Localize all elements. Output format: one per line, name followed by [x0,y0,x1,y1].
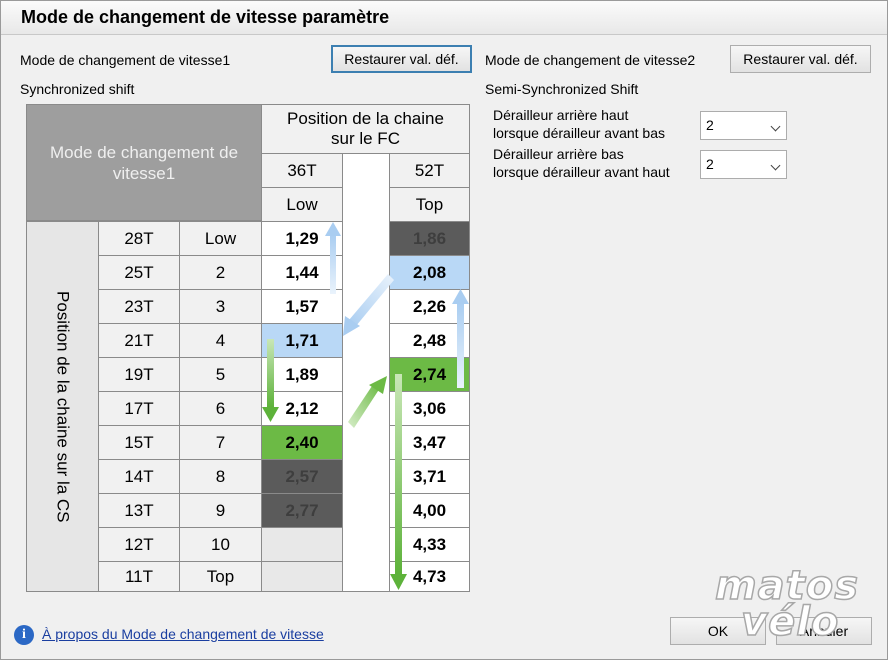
cog-position: 7 [179,425,262,460]
cog-teeth: 25T [98,255,180,290]
cog-position: 10 [179,527,262,562]
ratio-cell-52[interactable]: 3,47 [389,425,470,460]
cog-position: 3 [179,289,262,324]
cog-position: 6 [179,391,262,426]
mode1-restore-button[interactable]: Restaurer val. déf. [331,45,472,73]
ratio-cell-52[interactable]: 4,33 [389,527,470,562]
window-title: Mode de changement de vitesse paramètre [21,7,390,27]
gear-ratio-table: Mode de changement de vitesse1 Position … [26,104,470,592]
fc-header-line2: sur le FC [331,129,400,148]
fc-position-header: Position de la chaine sur le FC [261,104,470,154]
cog-teeth: 28T [98,221,180,256]
cog-position: 8 [179,459,262,494]
ratio-cell-36 [261,527,343,562]
ratio-cell-52[interactable]: 4,00 [389,493,470,528]
ratio-cell-52: 1,86 [389,221,470,256]
cog-position: 4 [179,323,262,358]
cog-teeth: 14T [98,459,180,494]
ratio-cell-36[interactable]: 1,44 [261,255,343,290]
cog-teeth: 23T [98,289,180,324]
cs-position-header: Position de la chaine sur la CS [26,221,99,592]
chevron-down-icon [770,121,781,132]
mode1-label: Mode de changement de vitesse1 [20,52,231,68]
front-teeth-52: 52T [389,153,470,188]
front-pos-52: Top [389,187,470,222]
mode1-value: Synchronized shift [20,81,135,97]
cog-teeth: 15T [98,425,180,460]
mode2-restore-button[interactable]: Restaurer val. déf. [730,45,871,73]
ratio-cell-52[interactable]: 2,08 [389,255,470,290]
front-teeth-36: 36T [261,153,343,188]
ratio-cell-52[interactable]: 4,73 [389,561,470,592]
fc-header-line1: Position de la chaine [287,109,444,128]
ratio-cell-36: 2,77 [261,493,343,528]
mode2-label: Mode de changement de vitesse2 [485,52,696,68]
ratio-cell-36[interactable]: 1,57 [261,289,343,324]
ratio-cell-36[interactable]: 2,12 [261,391,343,426]
cs-header-label: Position de la chaine sur la CS [53,290,73,523]
info-icon: i [14,625,34,645]
rear-high-select[interactable]: 2 [700,111,787,140]
cog-teeth: 17T [98,391,180,426]
front-pos-36: Low [261,187,343,222]
ratio-cell-36[interactable]: 2,40 [261,425,343,460]
cog-teeth: 11T [98,561,180,592]
mode2-value: Semi-Synchronized Shift [485,81,639,97]
ratio-cell-36: 2,57 [261,459,343,494]
ratio-cell-36[interactable]: 1,89 [261,357,343,392]
ratio-cell-36[interactable]: 1,71 [261,323,343,358]
ratio-cell-52[interactable]: 2,26 [389,289,470,324]
rear-low-label-line1: Dérailleur arrière bas [493,146,624,162]
watermark-line2: vélo [740,598,840,646]
settings-dialog: Mode de changement de vitesse paramètre … [0,0,888,660]
ratio-cell-52[interactable]: 3,71 [389,459,470,494]
cog-position: Top [179,561,262,592]
title-bar: Mode de changement de vitesse paramètre [1,1,887,35]
watermark-logo: matos vélo [713,562,873,649]
corner-label-line1: Mode de changement de [49,142,239,162]
ratio-gap-column [342,153,390,592]
corner-label-line2: vitesse1 [112,163,176,183]
ratio-cell-36[interactable]: 1,29 [261,221,343,256]
rear-low-select[interactable]: 2 [700,150,787,179]
chevron-down-icon [770,160,781,171]
rear-low-select-value: 2 [706,156,714,172]
about-link[interactable]: À propos du Mode de changement de vitess… [42,626,324,642]
rear-high-select-value: 2 [706,117,714,133]
table-corner-header: Mode de changement de vitesse1 [26,104,262,221]
ratio-cell-52[interactable]: 3,06 [389,391,470,426]
cog-position: 5 [179,357,262,392]
ratio-cell-36 [261,561,343,592]
cog-teeth: 12T [98,527,180,562]
cog-teeth: 13T [98,493,180,528]
rear-high-label-line2: lorsque dérailleur avant bas [493,125,665,141]
cog-position: Low [179,221,262,256]
ratio-cell-52[interactable]: 2,74 [389,357,470,392]
cog-position: 9 [179,493,262,528]
cog-teeth: 19T [98,357,180,392]
cog-teeth: 21T [98,323,180,358]
rear-low-label-line2: lorsque dérailleur avant haut [493,164,670,180]
rear-high-label-line1: Dérailleur arrière haut [493,107,629,123]
cog-position: 2 [179,255,262,290]
ratio-cell-52[interactable]: 2,48 [389,323,470,358]
